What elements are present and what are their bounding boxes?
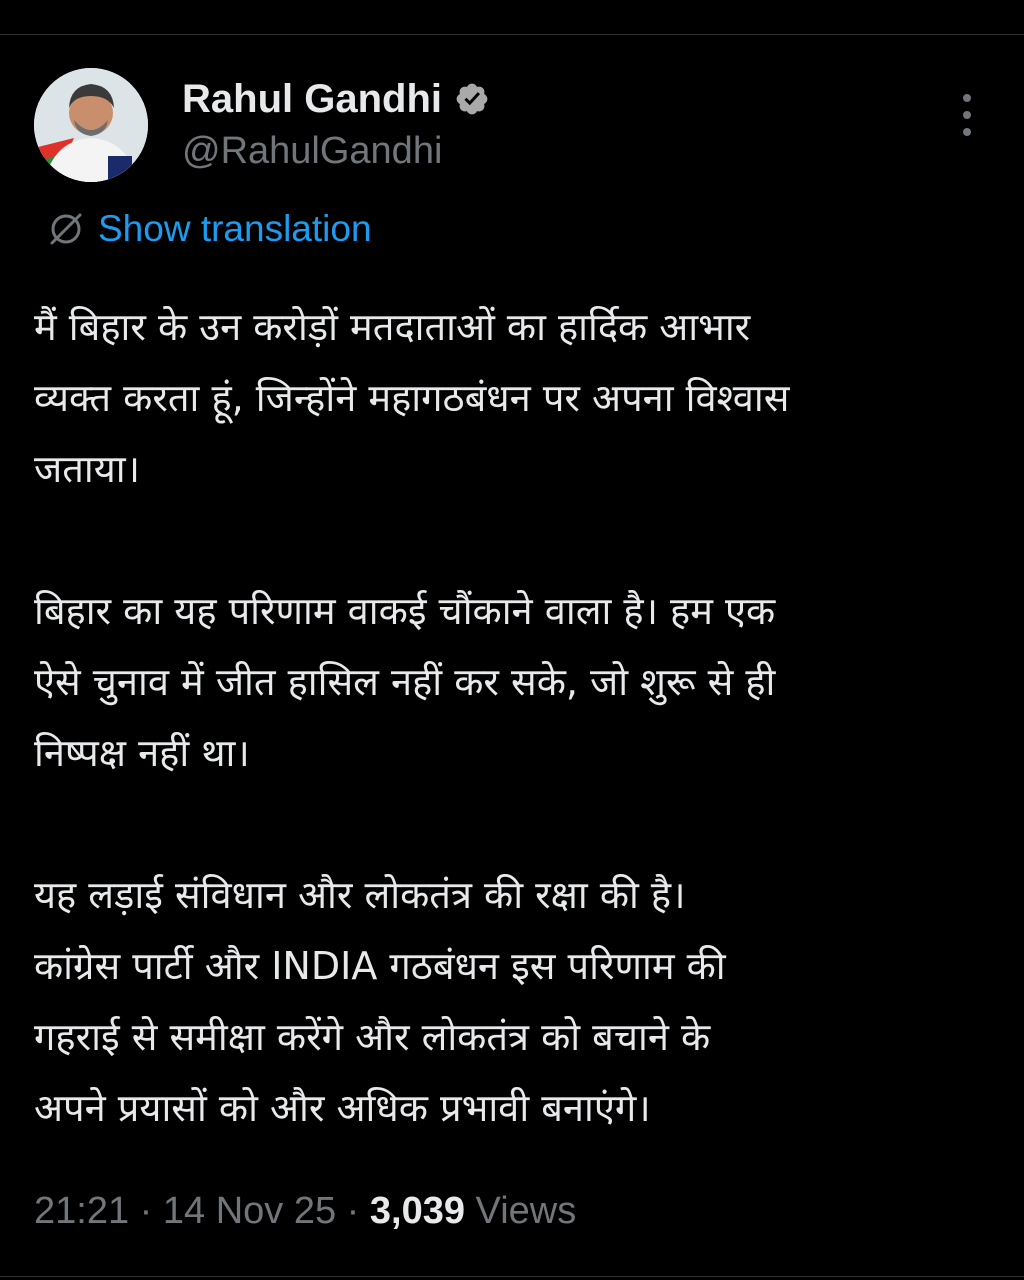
tweet-line: ऐसे चुनाव में जीत हासिल नहीं कर सके, जो … — [34, 660, 776, 704]
author-block: Rahul Gandhi @RahulGandhi — [182, 74, 490, 173]
top-divider — [0, 34, 1024, 35]
tweet-line: व्यक्त करता हूं, जिन्होंने महागठबंधन पर … — [34, 376, 790, 420]
tweet-line: कांग्रेस पार्टी और INDIA गठबंधन इस परिणा… — [34, 944, 726, 988]
more-options-button[interactable] — [950, 92, 984, 138]
tweet-line: जताया। — [34, 447, 140, 491]
meta-separator: · — [346, 1190, 360, 1232]
tweet-line: बिहार का यह परिणाम वाकई चौंकाने वाला है।… — [34, 589, 776, 633]
tweet-line: यह लड़ाई संविधान और लोकतंत्र की रक्षा की… — [34, 873, 686, 917]
tweet-line: अपने प्रयासों को और अधिक प्रभावी बनाएंगे… — [34, 1086, 651, 1130]
handle[interactable]: @RahulGandhi — [182, 130, 490, 173]
name-row: Rahul Gandhi — [182, 74, 490, 124]
verified-badge-icon — [454, 81, 490, 117]
tweet-meta: 21:21 · 14 Nov 25 · 3,039 Views — [34, 1190, 576, 1233]
tweet-line: निष्पक्ष नहीं था। — [34, 731, 250, 775]
tweet-time[interactable]: 21:21 — [34, 1190, 129, 1232]
tweet-text: मैं बिहार के उन करोड़ों मतदाताओं का हार्… — [34, 292, 1004, 1144]
display-name[interactable]: Rahul Gandhi — [182, 77, 442, 122]
more-dot-icon — [963, 94, 971, 102]
tweet-date[interactable]: 14 Nov 25 — [163, 1190, 336, 1232]
views-count: 3,039 — [369, 1190, 465, 1232]
bottom-divider — [0, 1276, 1024, 1277]
tweet-line: गहराई से समीक्षा करेंगे और लोकतंत्र को ब… — [34, 1015, 711, 1059]
more-dot-icon — [963, 111, 971, 119]
tweet-line: मैं बिहार के उन करोड़ों मतदाताओं का हार्… — [34, 305, 751, 349]
show-translation-link[interactable]: Show translation — [46, 208, 372, 250]
views-label: Views — [475, 1190, 577, 1232]
tweet-paragraph: यह लड़ाई संविधान और लोकतंत्र की रक्षा की… — [34, 860, 1004, 1144]
tweet-paragraph: मैं बिहार के उन करोड़ों मतदाताओं का हार्… — [34, 292, 1004, 505]
show-translation-label[interactable]: Show translation — [98, 208, 372, 250]
translate-globe-icon — [46, 209, 86, 249]
meta-separator: · — [139, 1190, 153, 1232]
more-dot-icon — [963, 128, 971, 136]
avatar[interactable] — [34, 68, 148, 182]
tweet-paragraph: बिहार का यह परिणाम वाकई चौंकाने वाला है।… — [34, 576, 1004, 789]
